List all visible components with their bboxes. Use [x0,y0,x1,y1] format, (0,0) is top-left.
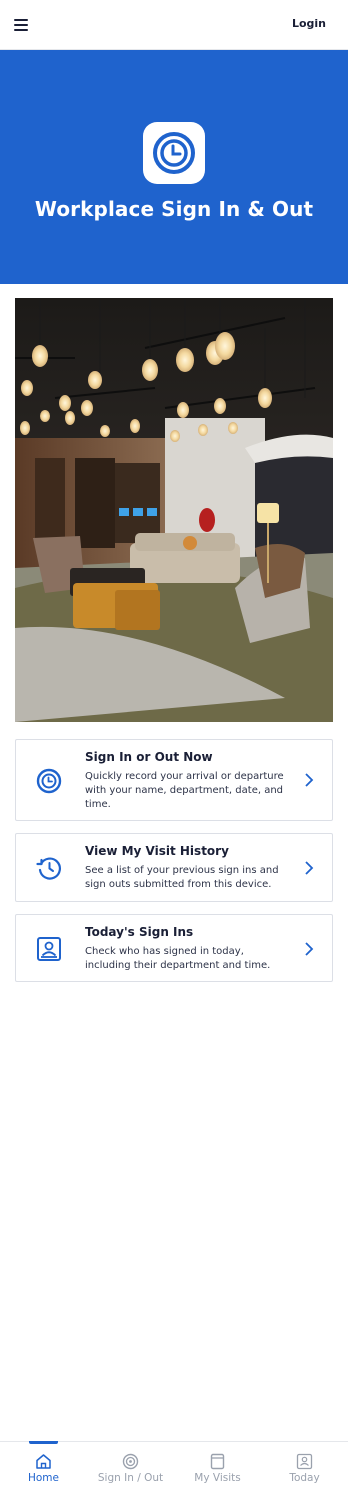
tab-label: Home [27,1472,59,1484]
history-icon [36,857,61,880]
active-tab-indicator [29,1441,58,1444]
card-title: View My Visit History [85,844,229,858]
lobby-photo [15,298,333,722]
page-title: Workplace Sign In & Out [34,197,314,221]
card-title: Sign In or Out Now [85,750,213,764]
sign-in-out-card[interactable]: Sign In or Out Now Quickly record your a… [15,739,333,821]
chevron-right-icon [305,773,314,787]
hamburger-menu-icon[interactable] [13,17,31,33]
tab-sign-in-out[interactable]: Sign In / Out [87,1442,174,1510]
top-bar: Login [0,0,348,50]
tab-label: Today [289,1472,320,1484]
clock-icon [36,768,62,794]
bottom-tab-bar: Home Sign In / Out My Visits Today [0,1441,348,1510]
login-link[interactable]: Login [292,17,326,30]
tab-my-visits[interactable]: My Visits [174,1442,261,1510]
app-logo [143,122,205,184]
todays-sign-ins-card[interactable]: Today's Sign Ins Check who has signed in… [15,914,333,982]
card-description: Quickly record your arrival or departure… [85,771,284,810]
hero-banner: Workplace Sign In & Out [0,50,348,284]
person-card-icon [37,937,61,961]
tab-label: Sign In / Out [97,1472,164,1484]
tab-today[interactable]: Today [261,1442,348,1510]
card-description: Check who has signed in today, including… [85,946,271,971]
clock-icon [153,132,195,174]
visit-history-card[interactable]: View My Visit History See a list of your… [15,833,333,902]
tab-label: My Visits [194,1472,241,1484]
page-icon [210,1453,225,1470]
tab-home[interactable]: Home [0,1441,87,1510]
card-title: Today's Sign Ins [85,925,194,939]
chevron-right-icon [305,942,314,956]
home-icon [36,1454,51,1469]
target-icon [122,1453,139,1470]
chevron-right-icon [305,861,314,875]
card-description: See a list of your previous sign ins and… [85,865,279,890]
person-card-icon [296,1453,313,1470]
